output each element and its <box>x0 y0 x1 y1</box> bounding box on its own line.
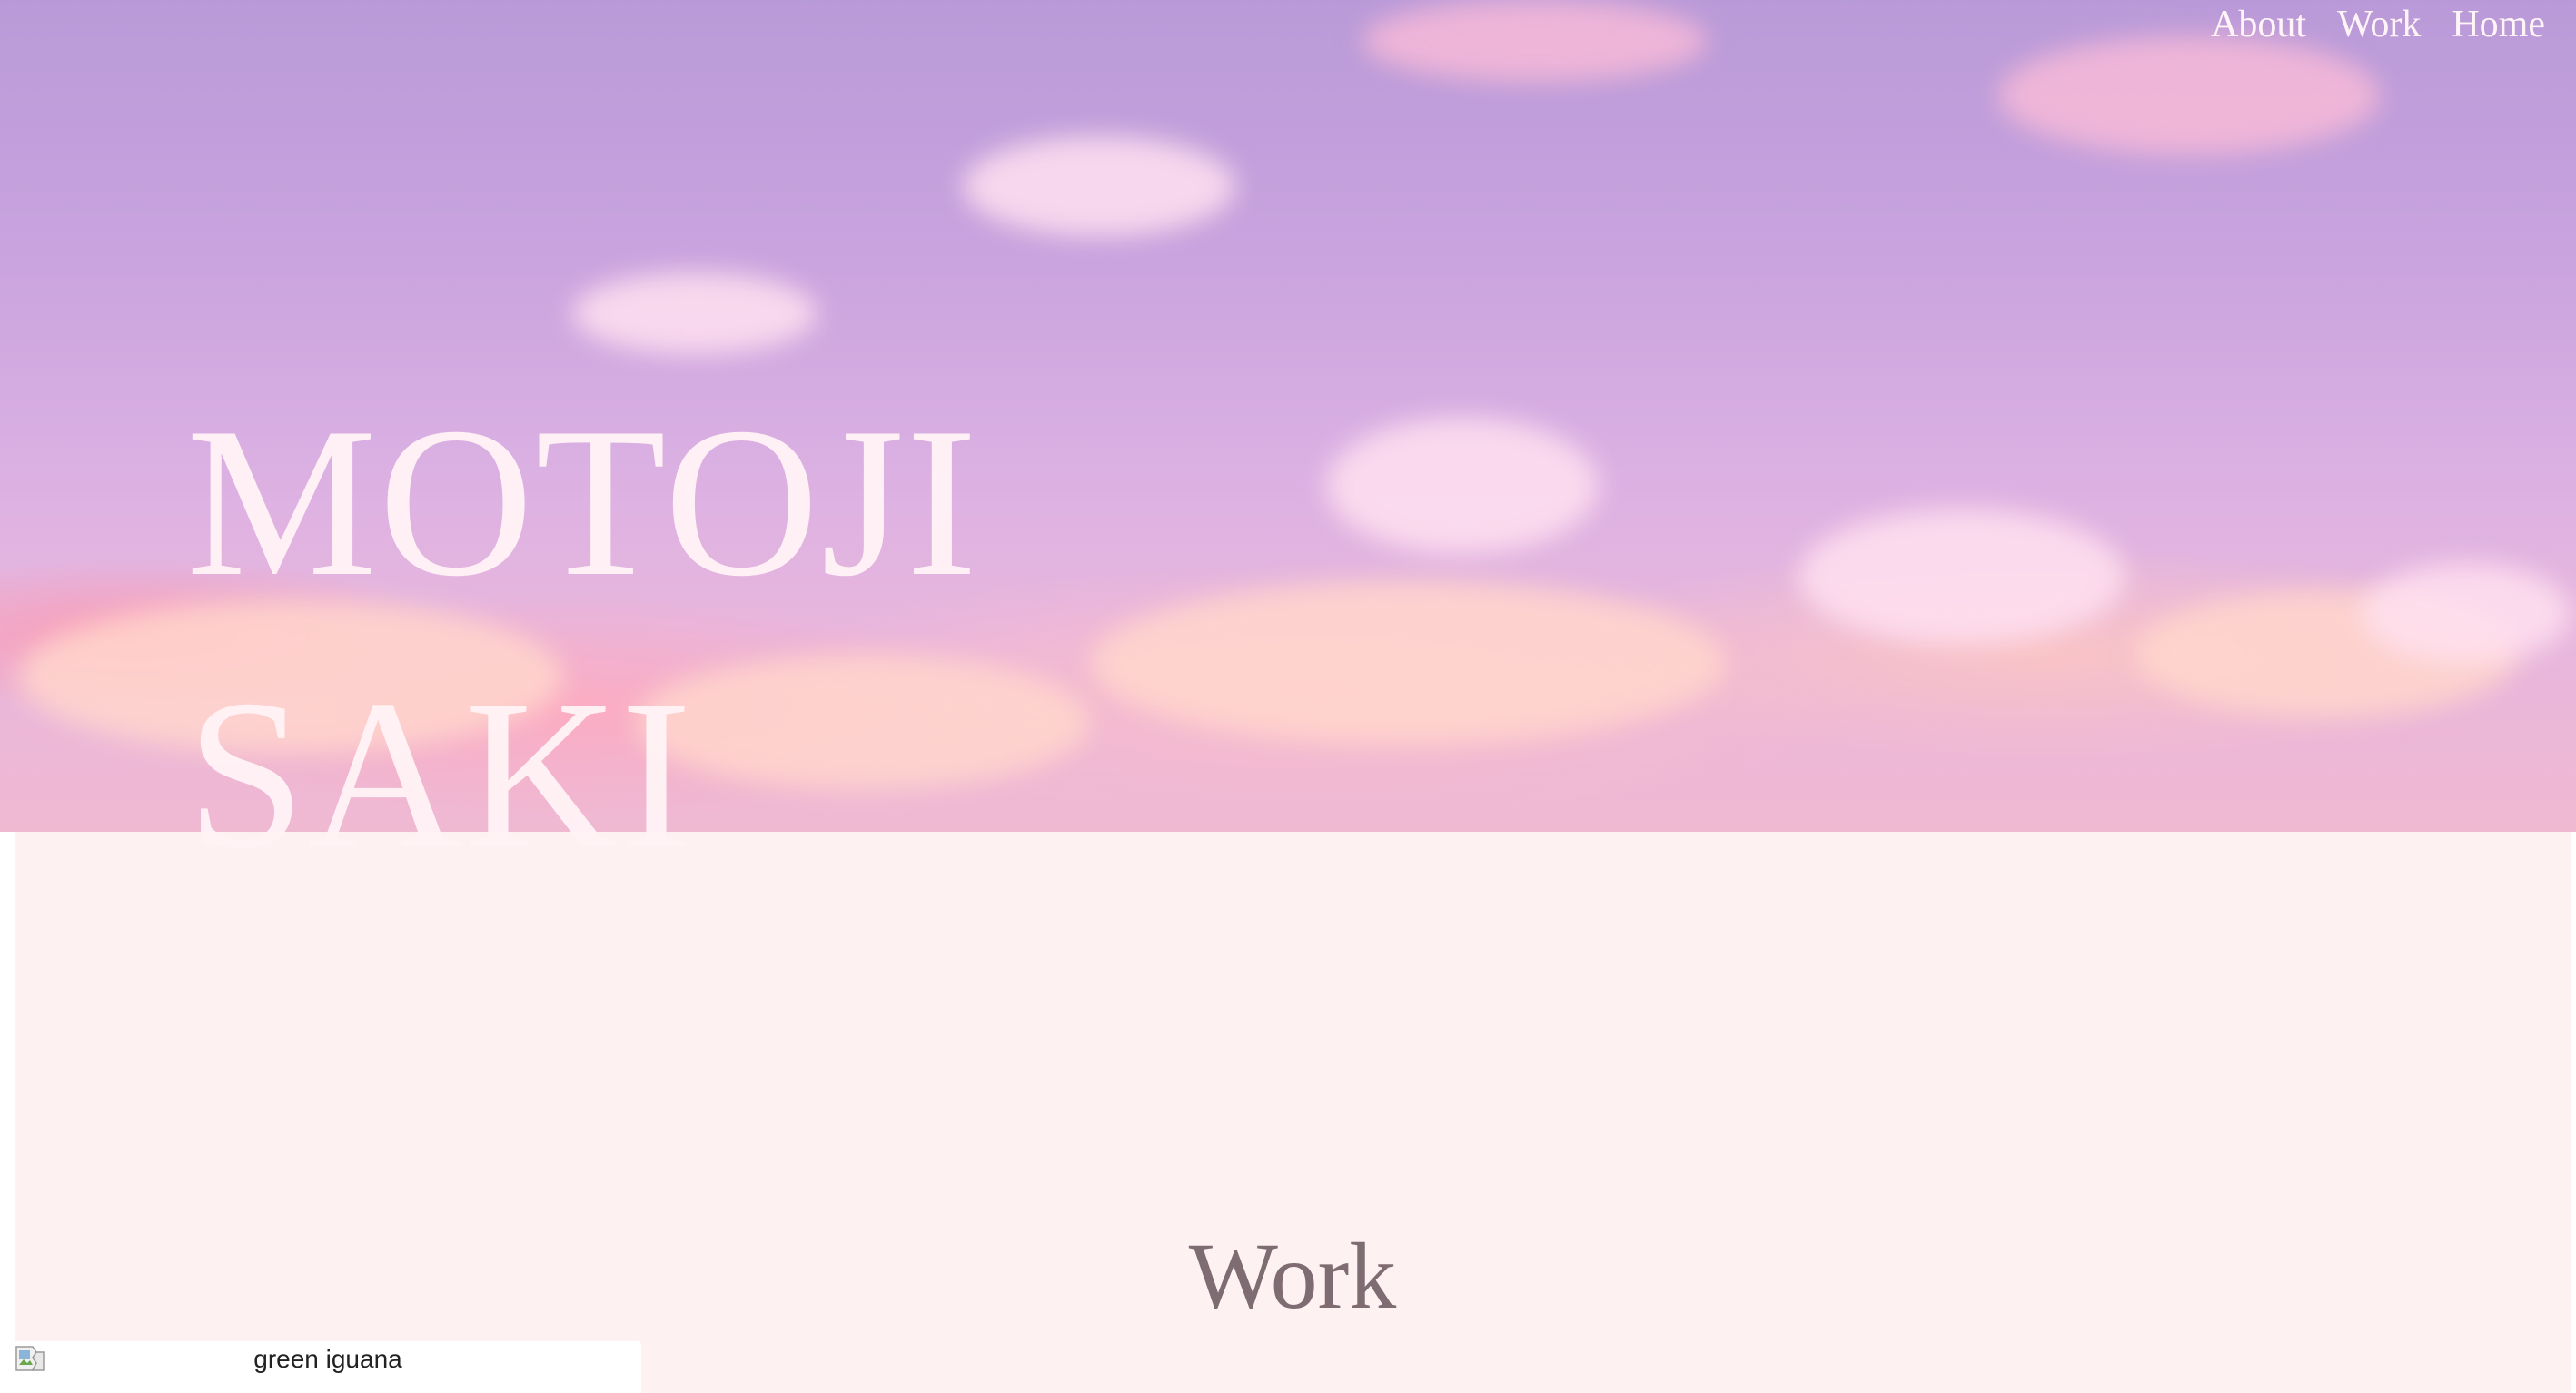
hero-title-line-1: MOTOJI <box>186 384 980 621</box>
hero-title: MOTOJI SAKI <box>186 367 979 912</box>
work-section-heading: Work <box>1188 1224 1397 1329</box>
cloud-decoration <box>963 136 1235 236</box>
nav-link-home[interactable]: Home <box>2452 0 2545 49</box>
cloud-decoration <box>1090 581 1726 745</box>
cloud-decoration <box>1362 0 1708 82</box>
cloud-decoration <box>572 272 817 354</box>
top-nav: About Work Home <box>2211 0 2545 49</box>
main-content: Work green iguana <box>15 832 2571 1393</box>
work-item-card[interactable]: green iguana <box>15 1341 641 1393</box>
cloud-decoration <box>1326 418 1599 554</box>
hero-section: About Work Home MOTOJI SAKI <box>0 0 2576 894</box>
hero-title-line-2: SAKI <box>186 657 694 894</box>
work-item-image-alt: green iguana <box>253 1345 402 1373</box>
cloud-decoration <box>1798 509 2125 645</box>
nav-link-work[interactable]: Work <box>2337 0 2421 49</box>
cloud-decoration <box>2362 563 2571 663</box>
cloud-decoration <box>1998 36 2380 154</box>
nav-link-about[interactable]: About <box>2211 0 2306 49</box>
